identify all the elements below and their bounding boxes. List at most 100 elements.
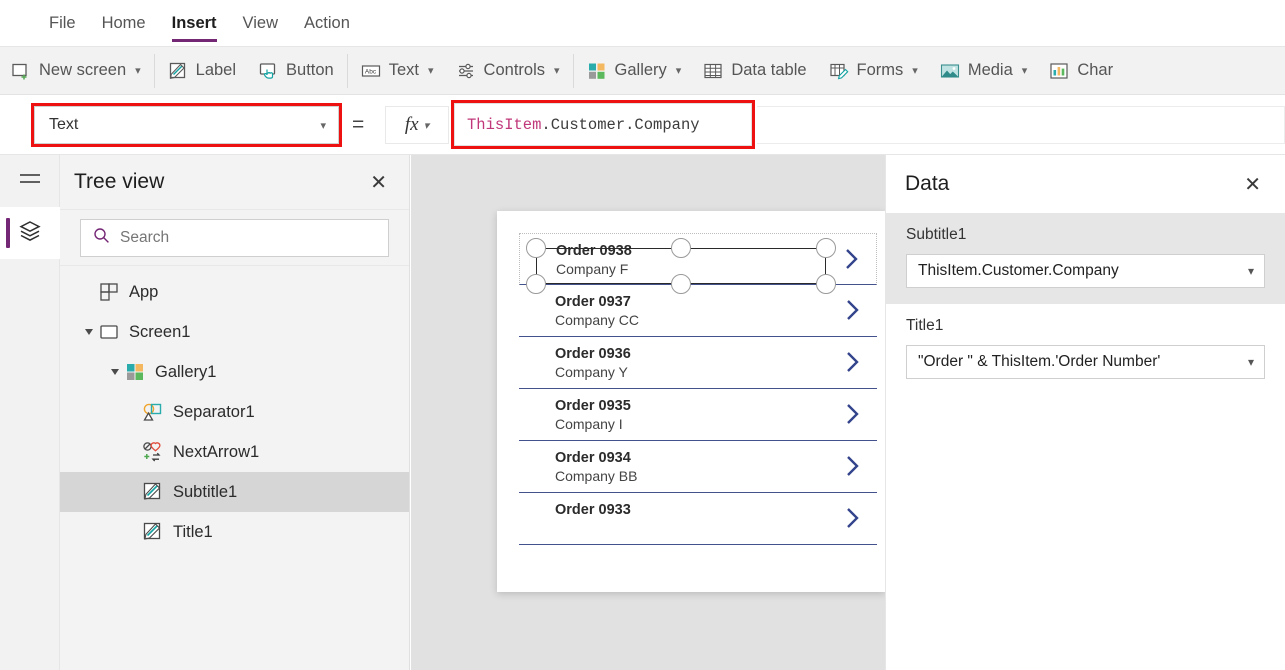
menu-tab-file[interactable]: File (36, 0, 89, 47)
menu-tab-action[interactable]: Action (291, 0, 363, 47)
data-field-dropdown[interactable]: ThisItem.Customer.Company ▾ (906, 254, 1265, 288)
tree-view-rail-button[interactable] (0, 207, 60, 259)
screen-preview[interactable]: Order 0938 Company F (497, 211, 885, 592)
ribbon-divider (347, 54, 348, 88)
menu-tab-home[interactable]: Home (89, 0, 159, 47)
ribbon-item-label: Controls (484, 62, 545, 79)
ribbon-media-button[interactable]: Media ▾ (929, 47, 1038, 95)
menu-tab-label: Action (304, 14, 350, 33)
ribbon-new-screen-button[interactable]: New screen ▾ (0, 47, 152, 95)
ribbon-item-label: Data table (731, 62, 806, 79)
next-arrow-icon[interactable] (845, 402, 861, 426)
resize-handle-top-left[interactable] (526, 238, 546, 258)
fx-button[interactable]: fx ▾ (385, 106, 449, 144)
gallery-item-title: Order 0936 (555, 345, 877, 363)
ribbon-group-controls: Abc Text ▾ Controls ▾ (350, 47, 571, 95)
ribbon-toolbar: New screen ▾ Label Button A (0, 47, 1285, 95)
formula-input[interactable]: ThisItem.Customer.Company (454, 103, 752, 146)
next-arrow-icon[interactable] (845, 298, 861, 322)
chevron-down-icon: ▾ (135, 64, 141, 77)
layers-icon (18, 219, 42, 248)
data-panel-title: Data (905, 172, 1238, 196)
gallery-item[interactable]: Order 0936 Company Y (519, 337, 877, 389)
gallery-item[interactable]: Order 0938 Company F (519, 233, 877, 285)
gallery-control[interactable]: Order 0938 Company F (519, 233, 877, 558)
ribbon-controls-button[interactable]: Controls ▾ (445, 47, 571, 95)
formula-input-annotation: ThisItem.Customer.Company (451, 100, 755, 149)
ribbon-button-button[interactable]: Button (247, 47, 345, 95)
ribbon-group-screens: New screen ▾ (0, 47, 152, 95)
formula-bar-filler (757, 106, 1285, 144)
label-icon (168, 61, 188, 81)
label-icon (142, 521, 164, 543)
gallery-item[interactable]: Order 0935 Company I (519, 389, 877, 441)
data-field-dropdown[interactable]: "Order " & ThisItem.'Order Number' ▾ (906, 345, 1265, 379)
icons-icon (142, 441, 164, 463)
power-apps-studio: File Home Insert View Action New screen … (0, 0, 1285, 670)
ribbon-text-button[interactable]: Abc Text ▾ (350, 47, 445, 95)
chevron-down-icon: ▾ (554, 64, 560, 77)
tree-node-label: Title1 (173, 524, 213, 541)
tree-node-nextarrow1[interactable]: NextArrow1 (60, 432, 409, 472)
expander-icon[interactable] (106, 368, 124, 376)
expander-icon[interactable] (80, 328, 98, 336)
tree-node-separator1[interactable]: Separator1 (60, 392, 409, 432)
close-icon[interactable]: ✕ (1238, 168, 1267, 201)
tree-node-gallery1[interactable]: Gallery1 (60, 352, 409, 392)
label-icon (142, 481, 164, 503)
chevron-down-icon: ▾ (912, 64, 918, 77)
close-icon[interactable]: ✕ (362, 166, 395, 199)
tree-node-app[interactable]: App (60, 272, 409, 312)
gallery-item-title: Order 0933 (555, 501, 877, 519)
gallery-icon (587, 61, 607, 81)
search-input[interactable]: Search (80, 219, 389, 257)
tree-node-title1[interactable]: Title1 (60, 512, 409, 552)
tree-node-label: App (129, 284, 158, 301)
ribbon-item-label: New screen (39, 62, 126, 79)
menu-tab-view[interactable]: View (230, 0, 291, 47)
tree-node-label: Screen1 (129, 324, 190, 341)
ribbon-forms-button[interactable]: Forms ▾ (818, 47, 929, 95)
data-field-label: Title1 (906, 317, 1265, 335)
tree-view-list: App Screen1 Gallery1 Separ (60, 266, 409, 552)
ribbon-item-label: Label (196, 62, 236, 79)
fx-label: fx (405, 114, 419, 136)
gallery-item-subtitle: Company CC (555, 311, 877, 329)
menu-tab-insert[interactable]: Insert (159, 0, 230, 47)
menu-tab-label: View (243, 14, 278, 33)
ribbon-gallery-button[interactable]: Gallery ▾ (576, 47, 693, 95)
gallery-item[interactable]: Order 0934 Company BB (519, 441, 877, 493)
gallery-item-subtitle: Company I (555, 415, 877, 433)
gallery-item[interactable]: Order 0933 (519, 493, 877, 545)
next-arrow-icon[interactable] (845, 506, 861, 530)
hamburger-menu-button[interactable] (0, 155, 60, 207)
property-dropdown[interactable]: Text ▾ (34, 106, 339, 144)
gallery-item-title: Order 0934 (555, 449, 877, 467)
app-canvas[interactable]: Order 0938 Company F (411, 155, 885, 670)
ribbon-item-label: Button (286, 62, 334, 79)
next-arrow-icon[interactable] (845, 454, 861, 478)
next-arrow-icon[interactable] (845, 350, 861, 374)
data-panel: Data ✕ Subtitle1 ThisItem.Customer.Compa… (885, 155, 1285, 670)
ribbon-item-label: Char (1077, 62, 1113, 79)
ribbon-data-table-button[interactable]: Data table (692, 47, 817, 95)
next-arrow-icon[interactable] (844, 247, 860, 271)
data-field-value: ThisItem.Customer.Company (918, 262, 1248, 280)
tree-view-search-row: Search (60, 210, 409, 266)
ribbon-divider (573, 54, 574, 88)
chevron-down-icon: ▾ (676, 64, 682, 77)
data-field-title1: Title1 "Order " & ThisItem.'Order Number… (886, 304, 1285, 395)
gallery-item[interactable]: Order 0937 Company CC (519, 285, 877, 337)
tree-node-label: NextArrow1 (173, 444, 259, 461)
ribbon-label-button[interactable]: Label (157, 47, 247, 95)
tree-node-screen1[interactable]: Screen1 (60, 312, 409, 352)
equals-sign: = (352, 113, 364, 137)
tree-view-panel: Tree view ✕ Search App (60, 155, 410, 670)
menu-tab-label: File (49, 14, 76, 33)
svg-text:Abc: Abc (365, 68, 377, 75)
ribbon-charts-button[interactable]: Char (1038, 47, 1124, 95)
gallery-item-title: Order 0938 (556, 242, 876, 260)
search-placeholder: Search (120, 229, 169, 247)
tree-node-subtitle1[interactable]: Subtitle1 (60, 472, 409, 512)
gallery-item-subtitle: Company BB (555, 467, 877, 485)
